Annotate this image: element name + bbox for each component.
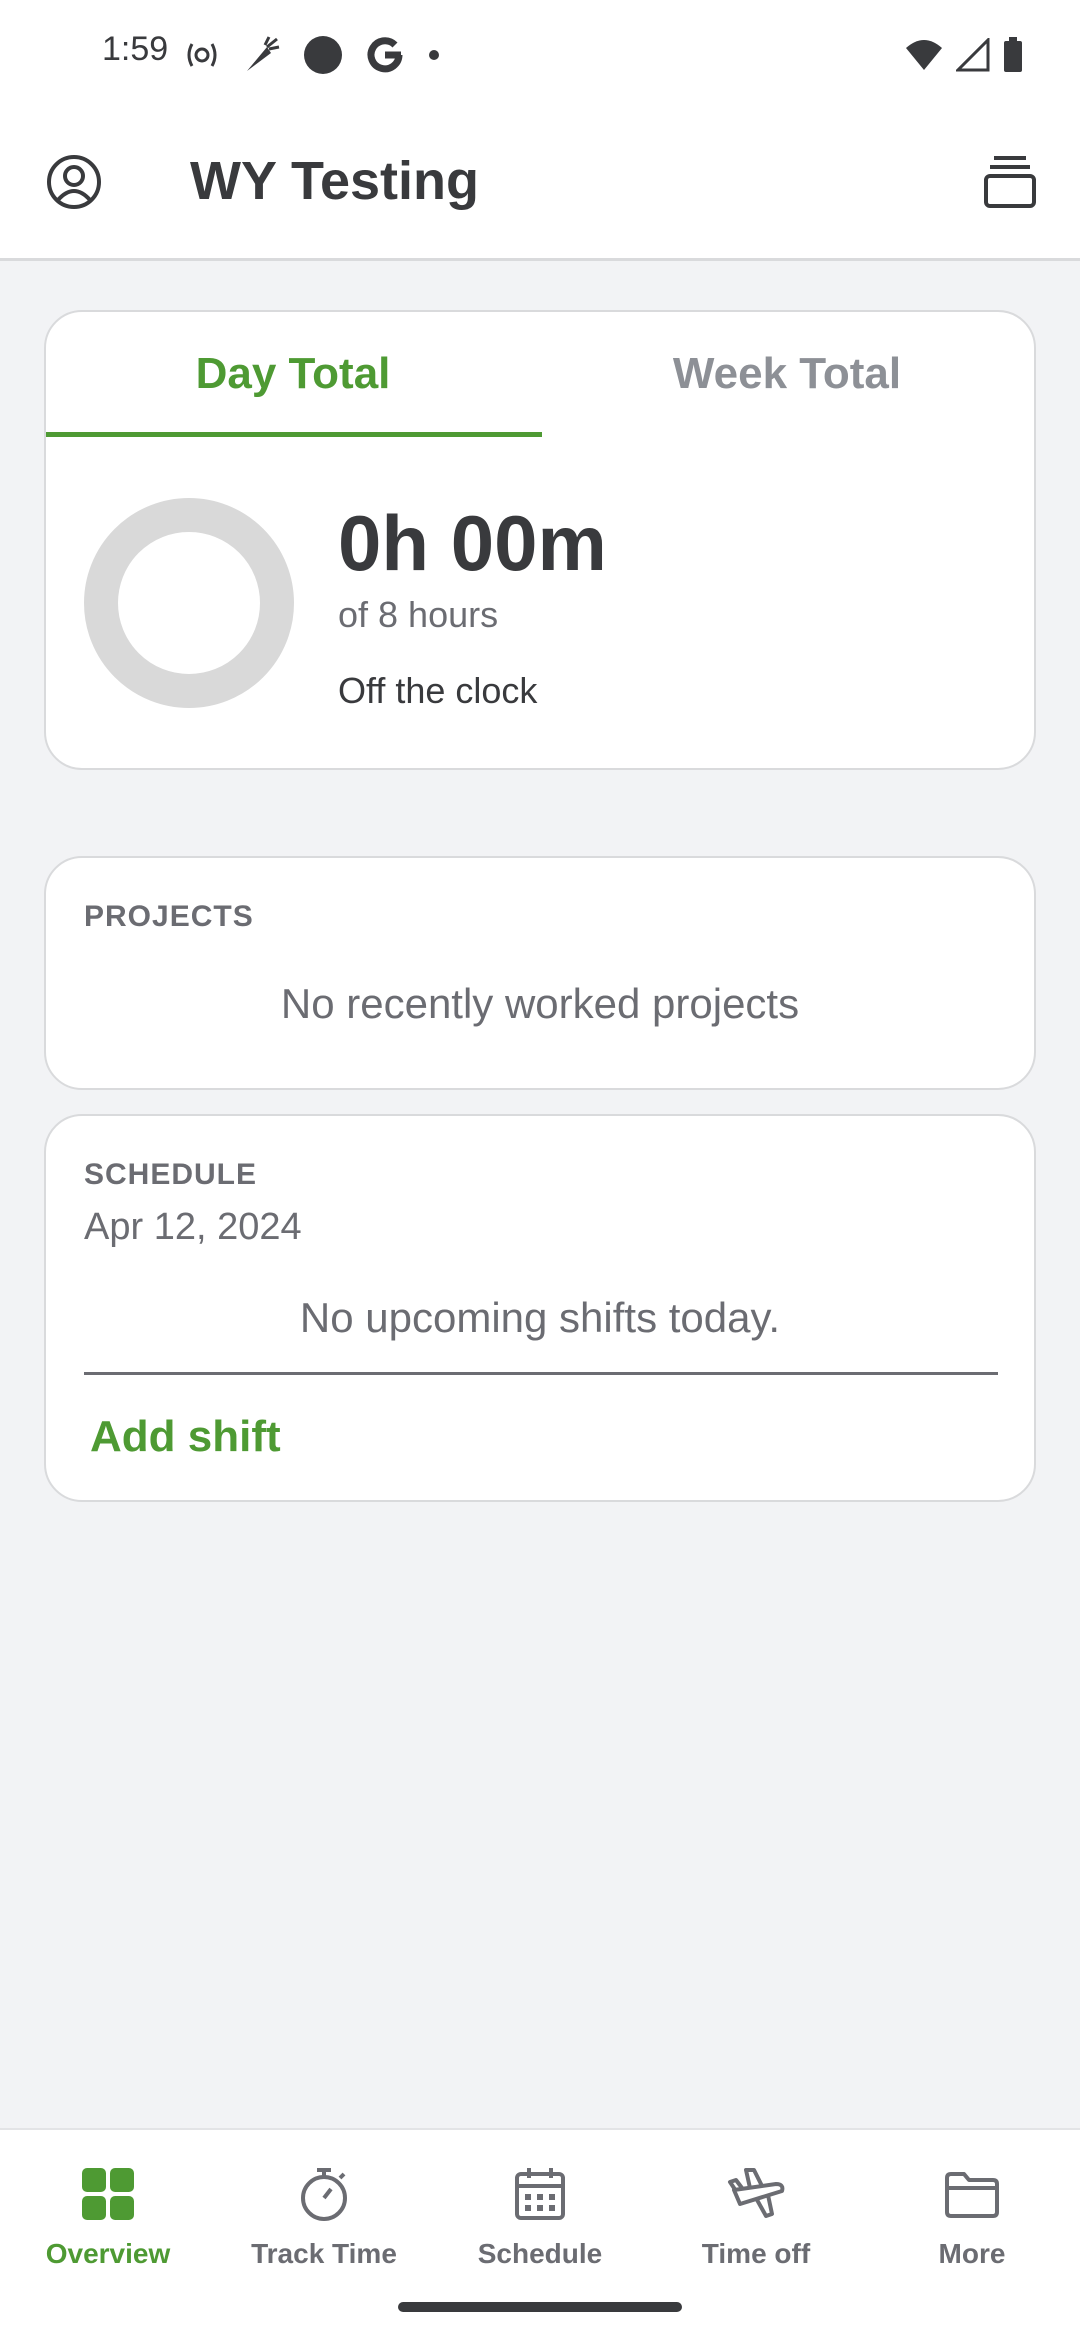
home-indicator[interactable]	[398, 2302, 682, 2312]
schedule-date: Apr 12, 2024	[84, 1206, 302, 1248]
nav-more[interactable]: More	[864, 2150, 1080, 2310]
projects-empty-message: No recently worked projects	[280, 980, 800, 1027]
nav-overview[interactable]: Overview	[0, 2150, 216, 2310]
hotspot-icon	[187, 43, 217, 67]
status-bar: 1:59	[0, 0, 1080, 108]
divider	[84, 1372, 998, 1375]
folder-icon	[945, 2172, 999, 2218]
nav-overview-label: Overview	[45, 2238, 171, 2269]
dot-icon	[304, 36, 342, 74]
calendar-icon	[515, 2168, 565, 2220]
clock-status: Off the clock	[338, 670, 538, 711]
stopwatch-icon	[301, 2168, 347, 2221]
schedule-card: SCHEDULE Apr 12, 2024 No upcoming shifts…	[44, 1114, 1036, 1502]
schedule-heading: SCHEDULE	[84, 1158, 258, 1191]
wifi-icon	[906, 40, 942, 70]
status-time: 1:59	[102, 30, 169, 68]
nav-track-time[interactable]: Track Time	[216, 2150, 432, 2310]
tab-day-total[interactable]: Day Total	[46, 312, 540, 436]
page-title: WY Testing	[190, 151, 480, 211]
carrot-icon	[247, 36, 280, 71]
company-switch-icon[interactable]	[980, 152, 1040, 212]
time-summary-card: Day Total Week Total 0h 00m of 8 hours O…	[44, 310, 1036, 770]
nav-time-off[interactable]: Time off	[648, 2150, 864, 2310]
progress-ring	[84, 498, 294, 708]
battery-icon	[1004, 37, 1022, 72]
airplane-icon	[728, 2168, 785, 2218]
nav-track-time-label: Track Time	[251, 2238, 397, 2269]
app-bar: WY Testing	[0, 108, 1080, 261]
day-total-value: 0h 00m	[338, 499, 607, 587]
projects-card: PROJECTS No recently worked projects	[44, 856, 1036, 1090]
tab-selected-indicator	[46, 432, 542, 437]
target-hours: of 8 hours	[338, 594, 499, 635]
cell-signal-icon	[956, 38, 990, 72]
status-left-icons	[185, 30, 441, 80]
google-icon	[367, 37, 403, 73]
nav-time-off-label: Time off	[701, 2238, 811, 2269]
small-dot-icon	[429, 50, 439, 60]
nav-more-label: More	[938, 2238, 1006, 2269]
schedule-empty-message: No upcoming shifts today.	[299, 1294, 781, 1341]
nav-schedule-label: Schedule	[477, 2238, 603, 2269]
projects-heading: PROJECTS	[84, 900, 254, 933]
profile-icon[interactable]	[44, 152, 104, 212]
add-shift-button[interactable]: Add shift	[90, 1412, 281, 1462]
overview-grid-icon	[82, 2168, 134, 2220]
status-right-icons	[904, 30, 1024, 80]
tab-week-total[interactable]: Week Total	[540, 312, 1034, 436]
nav-schedule[interactable]: Schedule	[432, 2150, 648, 2310]
